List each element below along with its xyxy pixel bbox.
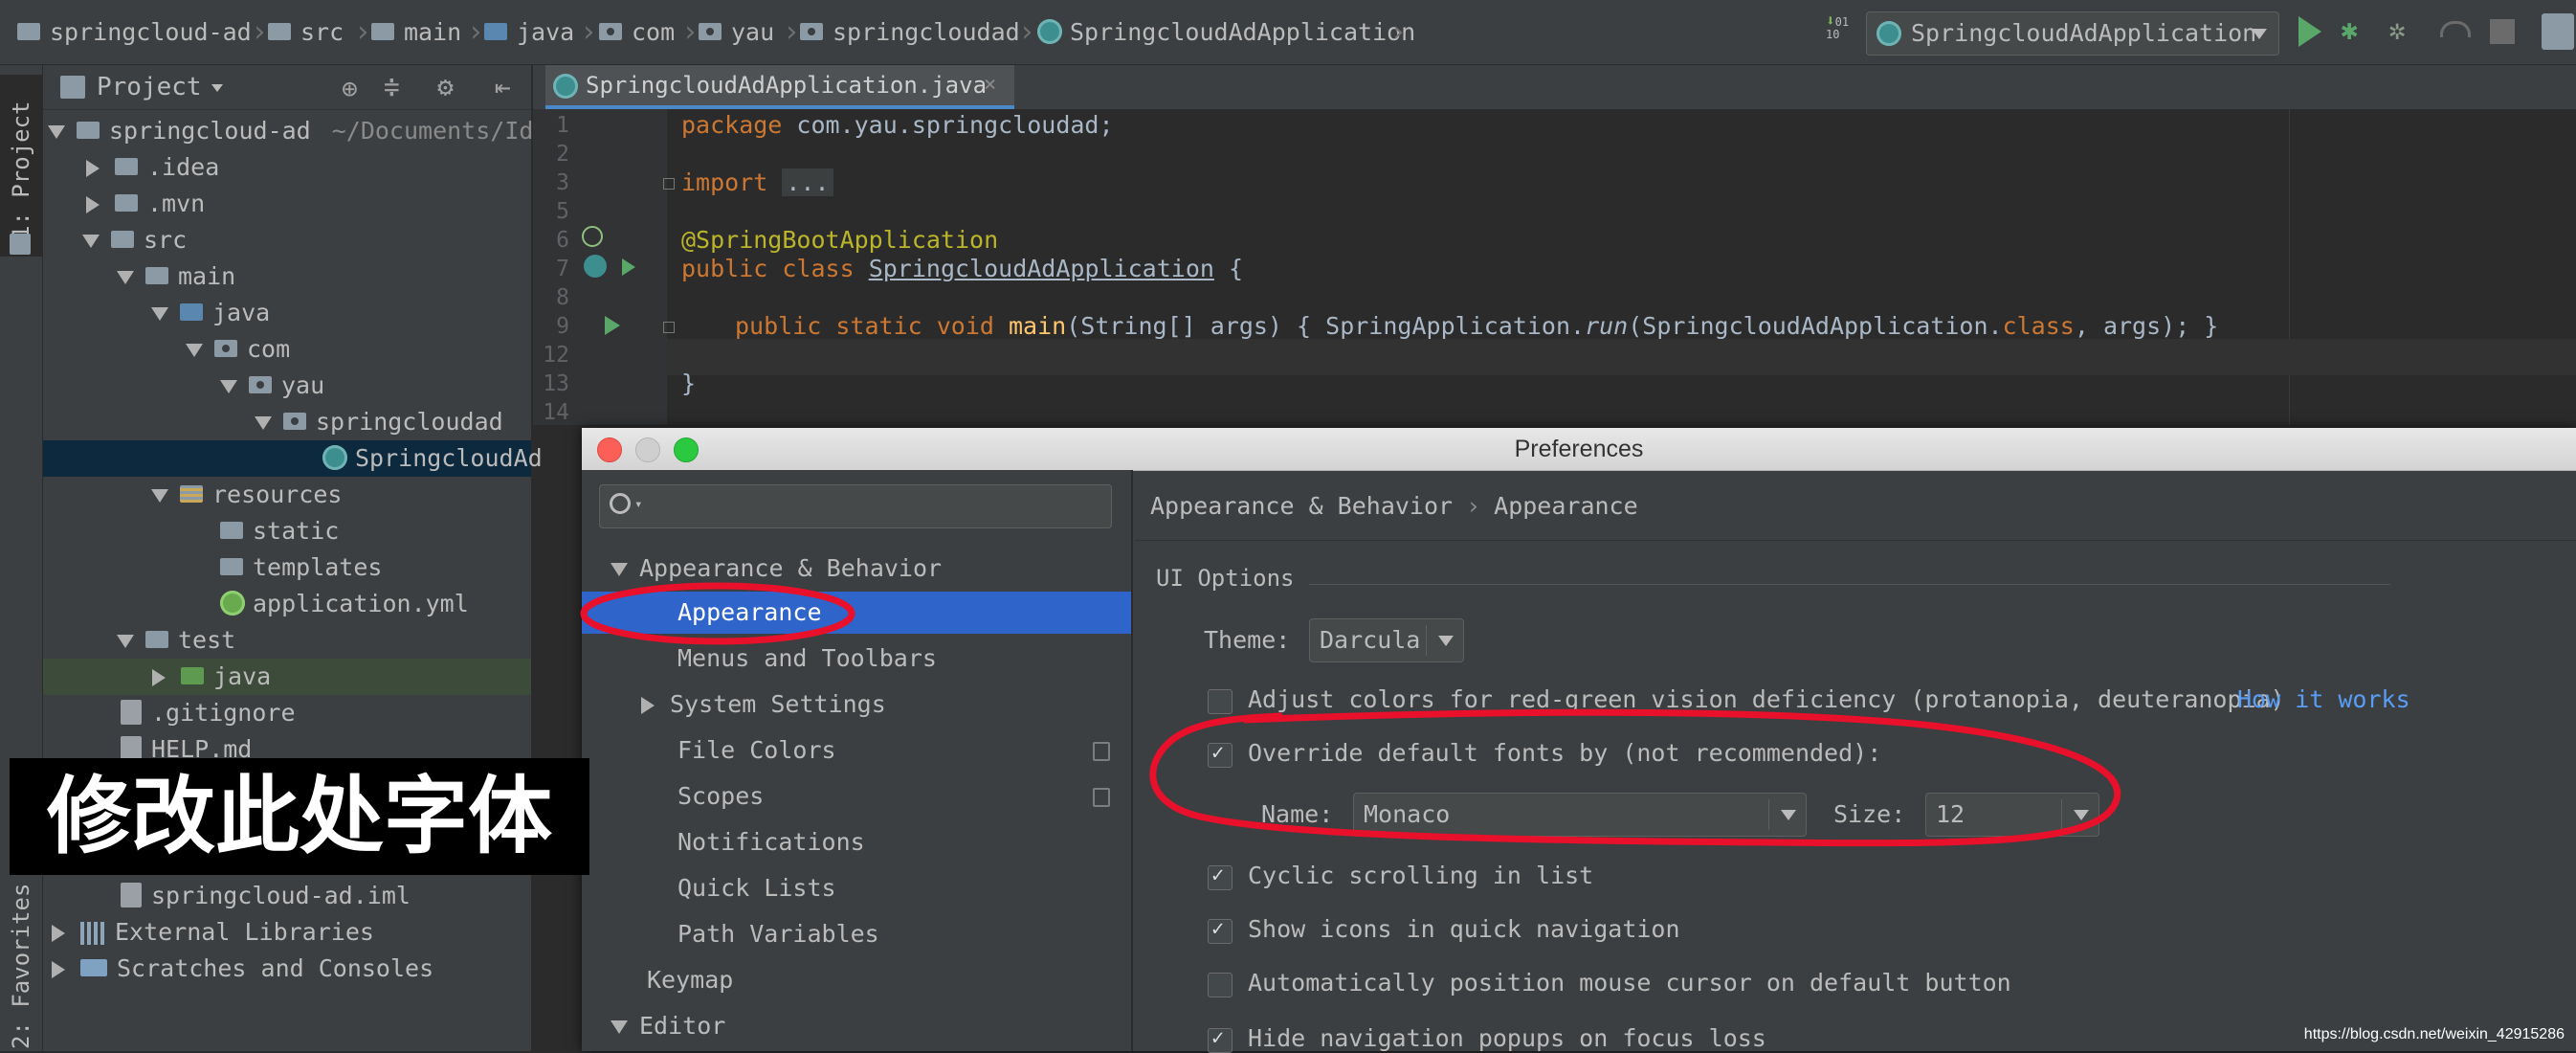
watermark: https://blog.csdn.net/weixin_42915286 (2303, 1026, 2565, 1042)
overlay-caption: 修改此处字体 (10, 758, 589, 875)
annotation-layer (580, 582, 2121, 847)
annotation-circle-appearance (580, 582, 855, 645)
annotation-circle-fonts (1149, 708, 2121, 847)
